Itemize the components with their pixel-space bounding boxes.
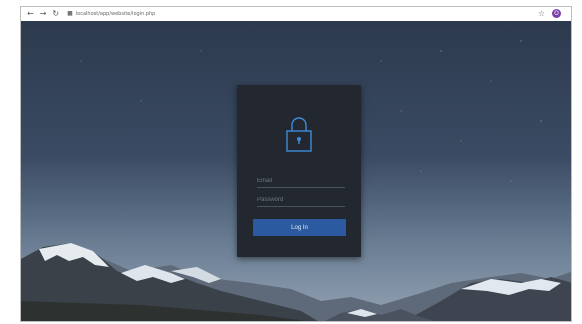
forward-arrow-icon[interactable]: → (40, 7, 47, 21)
star-icon[interactable]: ☆ (538, 9, 545, 18)
profile-avatar[interactable]: O (552, 9, 561, 18)
address-bar[interactable]: localhost/app/website/login.php (76, 7, 156, 21)
browser-window: ← → ↻ ■ localhost/app/website/login.php … (20, 6, 572, 322)
email-field[interactable] (257, 175, 345, 188)
login-button[interactable]: Log In (253, 219, 346, 236)
page-frame: ← → ↻ ■ localhost/app/website/login.php … (0, 0, 582, 324)
login-card: Log In (237, 85, 361, 257)
back-arrow-icon[interactable]: ← (27, 7, 34, 21)
padlock-icon (286, 117, 312, 152)
page-viewport: Log In (21, 21, 571, 321)
site-info-icon[interactable]: ■ (67, 7, 73, 21)
browser-toolbar: ← → ↻ ■ localhost/app/website/login.php … (21, 7, 571, 21)
password-field[interactable] (257, 194, 345, 207)
reload-icon[interactable]: ↻ (52, 7, 59, 21)
